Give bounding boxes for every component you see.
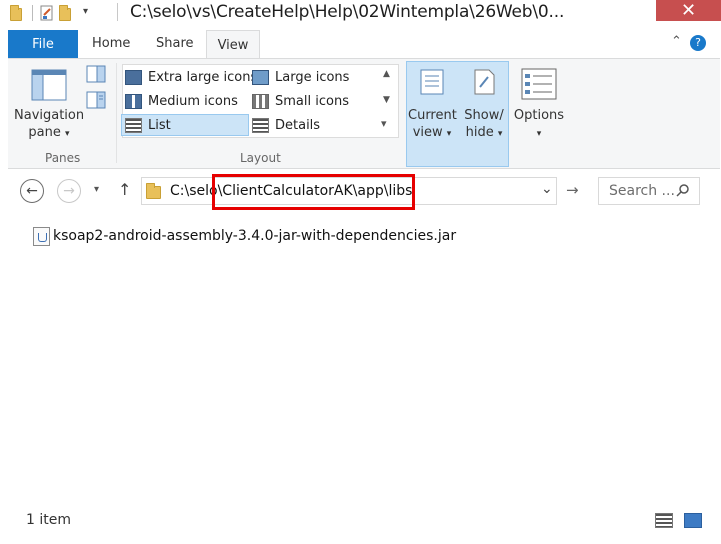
highlight-annotation-box (212, 174, 415, 210)
gallery-scroll-up-icon[interactable]: ▲ (383, 69, 390, 79)
current-view-icon (420, 69, 444, 95)
navigation-pane-button[interactable]: Navigation pane ▾ (14, 67, 84, 143)
help-icon[interactable]: ? (690, 35, 706, 51)
gallery-scroll-down-icon[interactable]: ▼ (383, 95, 390, 105)
properties-icon[interactable] (39, 5, 55, 21)
forward-button[interactable]: → (57, 179, 81, 203)
show-hide-button[interactable]: Show/ hide ▾ (460, 67, 508, 143)
tab-home[interactable]: Home (92, 36, 130, 51)
search-input[interactable]: Search ... (609, 183, 675, 199)
navigation-pane-icon (31, 69, 67, 101)
minimize-ribbon-icon[interactable]: ⌃ (671, 34, 682, 49)
list-icon (125, 117, 142, 133)
extra-large-icons-icon (125, 69, 142, 85)
group-divider (116, 63, 117, 163)
address-dropdown-icon[interactable]: ⌄ (541, 181, 553, 197)
gallery-expand-icon[interactable]: ▾ (381, 117, 387, 130)
navigation-pane-label-2: pane (28, 125, 61, 140)
layout-details[interactable]: Details (252, 114, 320, 136)
details-icon (252, 117, 269, 133)
panes-group-label: Panes (45, 151, 81, 165)
tab-view[interactable]: View (206, 30, 260, 59)
large-icons-label: Large icons (275, 69, 350, 85)
forward-arrow-icon: → (63, 183, 75, 199)
file-name: ksoap2-android-assembly-3.4.0-jar-with-d… (53, 228, 457, 244)
search-icon[interactable] (676, 182, 690, 201)
item-count: 1 item (26, 512, 71, 528)
layout-medium-icons[interactable]: Medium icons (125, 90, 238, 112)
medium-icons-icon (125, 93, 142, 109)
close-button[interactable]: ✕ (656, 0, 721, 21)
details-label: Details (275, 117, 321, 133)
layout-large-icons[interactable]: Large icons (252, 66, 349, 88)
show-hide-label-2: hide (465, 125, 494, 140)
small-icons-label: Small icons (275, 93, 349, 109)
details-pane-icon[interactable] (86, 91, 106, 113)
extra-large-icons-label: Extra large icons (148, 69, 258, 85)
up-arrow-icon[interactable]: ↑ (118, 180, 131, 199)
title-bar: ▾ C:\selo\vs\CreateHelp\Help\02Wintempla… (0, 0, 721, 28)
window-title: C:\selo\vs\CreateHelp\Help\02Wintempla\2… (130, 2, 565, 22)
current-view-label: Current (408, 108, 457, 123)
folder-icon (10, 5, 26, 21)
details-view-toggle-icon[interactable] (655, 513, 673, 528)
back-button[interactable]: ← (20, 179, 44, 203)
tab-share[interactable]: Share (156, 36, 194, 51)
layout-group-label: Layout (240, 151, 281, 165)
go-arrow-icon[interactable]: → (566, 181, 579, 199)
layout-extra-large-icons[interactable]: Extra large icons (125, 66, 257, 88)
navigation-pane-label: Navigation (14, 108, 85, 123)
jar-file-icon (33, 226, 50, 246)
list-item[interactable]: ksoap2-android-assembly-3.4.0-jar-with-d… (33, 226, 456, 246)
options-label: Options (513, 108, 565, 123)
show-hide-label: Show/ (464, 108, 504, 123)
options-button[interactable]: Options ▾ (512, 67, 566, 143)
tab-file[interactable]: File (8, 30, 78, 58)
current-view-label-2: view (412, 125, 443, 140)
title-divider (117, 3, 118, 21)
new-folder-icon[interactable] (59, 5, 75, 21)
preview-pane-icon[interactable] (86, 65, 106, 87)
current-view-button[interactable]: Current view ▾ (408, 67, 457, 143)
medium-icons-label: Medium icons (148, 93, 238, 109)
back-arrow-icon: ← (26, 183, 38, 199)
small-icons-icon (252, 93, 269, 109)
large-icons-view-toggle-icon[interactable] (684, 513, 702, 528)
show-hide-icon (474, 69, 495, 95)
large-icons-icon (252, 69, 269, 85)
customize-qat-icon[interactable]: ▾ (83, 6, 99, 22)
layout-list[interactable]: List (125, 114, 171, 136)
quick-access-toolbar: ▾ (10, 4, 103, 22)
recent-locations-icon[interactable]: ▾ (94, 184, 99, 195)
layout-small-icons[interactable]: Small icons (252, 90, 349, 112)
options-icon (521, 68, 557, 100)
list-label: List (148, 117, 171, 133)
ribbon-view-panel: Navigation pane ▾ Panes Extra large icon… (8, 58, 720, 169)
address-folder-icon (146, 183, 161, 199)
